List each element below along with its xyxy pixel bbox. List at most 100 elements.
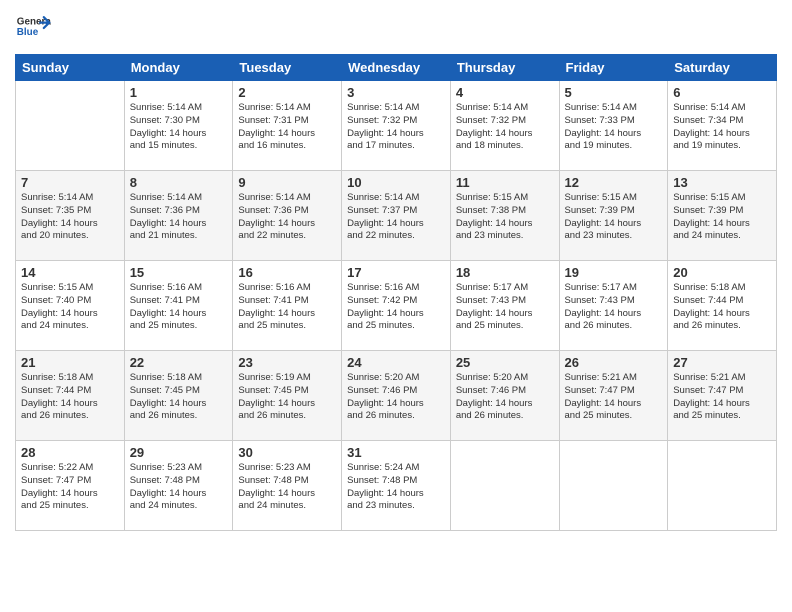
day-info: Sunrise: 5:14 AM Sunset: 7:37 PM Dayligh… [347, 192, 445, 243]
day-number: 19 [565, 265, 663, 280]
calendar-cell: 17Sunrise: 5:16 AM Sunset: 7:42 PM Dayli… [342, 261, 451, 351]
day-info: Sunrise: 5:20 AM Sunset: 7:46 PM Dayligh… [347, 372, 445, 423]
day-info: Sunrise: 5:15 AM Sunset: 7:39 PM Dayligh… [565, 192, 663, 243]
calendar-cell: 8 Sunrise: 5:14 AM Sunset: 7:36 PM Daylig… [124, 171, 233, 261]
day-number: 20 [673, 265, 771, 280]
day-number: 18 [456, 265, 554, 280]
calendar-cell: 14Sunrise: 5:15 AM Sunset: 7:40 PM Dayli… [16, 261, 125, 351]
calendar-cell: 29 Sunrise: 5:23 AM Sunset: 7:48 PM Dayli… [124, 441, 233, 531]
calendar-week-3: 14Sunrise: 5:15 AM Sunset: 7:40 PM Dayli… [16, 261, 777, 351]
calendar-table: SundayMondayTuesdayWednesdayThursdayFrid… [15, 54, 777, 531]
calendar-cell: 21Sunrise: 5:18 AM Sunset: 7:44 PM Dayli… [16, 351, 125, 441]
day-number: 26 [565, 355, 663, 370]
day-info: Sunrise: 5:15 AM Sunset: 7:39 PM Dayligh… [673, 192, 771, 243]
calendar-cell: 31 Sunrise: 5:24 AM Sunset: 7:48 PM Dayli… [342, 441, 451, 531]
calendar-cell: 24 Sunrise: 5:20 AM Sunset: 7:46 PM Dayli… [342, 351, 451, 441]
calendar-cell: 28 Sunrise: 5:22 AM Sunset: 7:47 PM Dayli… [16, 441, 125, 531]
weekday-header-saturday: Saturday [668, 55, 777, 81]
day-number: 17 [347, 265, 445, 280]
weekday-header-friday: Friday [559, 55, 668, 81]
day-number: 12 [565, 175, 663, 190]
weekday-header-thursday: Thursday [450, 55, 559, 81]
day-number: 1 [130, 85, 228, 100]
day-number: 4 [456, 85, 554, 100]
day-info: Sunrise: 5:15 AM Sunset: 7:38 PM Dayligh… [456, 192, 554, 243]
calendar-cell: 13 Sunrise: 5:15 AM Sunset: 7:39 PM Dayli… [668, 171, 777, 261]
calendar-cell: 1 Sunrise: 5:14 AM Sunset: 7:30 PM Daylig… [124, 81, 233, 171]
day-number: 9 [238, 175, 336, 190]
calendar-cell: 7Sunrise: 5:14 AM Sunset: 7:35 PM Daylig… [16, 171, 125, 261]
day-number: 16 [238, 265, 336, 280]
day-number: 11 [456, 175, 554, 190]
calendar-cell: 27 Sunrise: 5:21 AM Sunset: 7:47 PM Dayli… [668, 351, 777, 441]
calendar-cell: 25 Sunrise: 5:20 AM Sunset: 7:46 PM Dayli… [450, 351, 559, 441]
calendar-cell [16, 81, 125, 171]
calendar-cell: 3Sunrise: 5:14 AM Sunset: 7:32 PM Daylig… [342, 81, 451, 171]
day-number: 13 [673, 175, 771, 190]
calendar-cell: 23 Sunrise: 5:19 AM Sunset: 7:45 PM Dayli… [233, 351, 342, 441]
day-info: Sunrise: 5:14 AM Sunset: 7:31 PM Dayligh… [238, 102, 336, 153]
day-info: Sunrise: 5:24 AM Sunset: 7:48 PM Dayligh… [347, 462, 445, 513]
day-number: 25 [456, 355, 554, 370]
calendar-week-4: 21Sunrise: 5:18 AM Sunset: 7:44 PM Dayli… [16, 351, 777, 441]
day-info: Sunrise: 5:21 AM Sunset: 7:47 PM Dayligh… [565, 372, 663, 423]
calendar-cell: 2Sunrise: 5:14 AM Sunset: 7:31 PM Daylig… [233, 81, 342, 171]
day-info: Sunrise: 5:19 AM Sunset: 7:45 PM Dayligh… [238, 372, 336, 423]
day-number: 5 [565, 85, 663, 100]
calendar-cell: 11 Sunrise: 5:15 AM Sunset: 7:38 PM Dayli… [450, 171, 559, 261]
day-info: Sunrise: 5:17 AM Sunset: 7:43 PM Dayligh… [456, 282, 554, 333]
day-info: Sunrise: 5:14 AM Sunset: 7:36 PM Dayligh… [130, 192, 228, 243]
day-info: Sunrise: 5:20 AM Sunset: 7:46 PM Dayligh… [456, 372, 554, 423]
day-info: Sunrise: 5:16 AM Sunset: 7:41 PM Dayligh… [238, 282, 336, 333]
calendar-cell: 20 Sunrise: 5:18 AM Sunset: 7:44 PM Dayli… [668, 261, 777, 351]
calendar-cell: 26 Sunrise: 5:21 AM Sunset: 7:47 PM Dayli… [559, 351, 668, 441]
day-info: Sunrise: 5:14 AM Sunset: 7:35 PM Dayligh… [21, 192, 119, 243]
day-number: 3 [347, 85, 445, 100]
day-number: 28 [21, 445, 119, 460]
weekday-header-row: SundayMondayTuesdayWednesdayThursdayFrid… [16, 55, 777, 81]
calendar-cell: 4Sunrise: 5:14 AM Sunset: 7:32 PM Daylig… [450, 81, 559, 171]
calendar-cell: 15 Sunrise: 5:16 AM Sunset: 7:41 PM Dayli… [124, 261, 233, 351]
day-number: 21 [21, 355, 119, 370]
calendar-cell: 22Sunrise: 5:18 AM Sunset: 7:45 PM Dayli… [124, 351, 233, 441]
page-header: General Blue [15, 10, 777, 46]
day-number: 29 [130, 445, 228, 460]
calendar-week-2: 7Sunrise: 5:14 AM Sunset: 7:35 PM Daylig… [16, 171, 777, 261]
calendar-cell [668, 441, 777, 531]
day-info: Sunrise: 5:17 AM Sunset: 7:43 PM Dayligh… [565, 282, 663, 333]
day-number: 27 [673, 355, 771, 370]
day-info: Sunrise: 5:18 AM Sunset: 7:44 PM Dayligh… [673, 282, 771, 333]
weekday-header-sunday: Sunday [16, 55, 125, 81]
calendar-cell: 10 Sunrise: 5:14 AM Sunset: 7:37 PM Dayli… [342, 171, 451, 261]
weekday-header-wednesday: Wednesday [342, 55, 451, 81]
calendar-cell: 5 Sunrise: 5:14 AM Sunset: 7:33 PM Daylig… [559, 81, 668, 171]
day-info: Sunrise: 5:23 AM Sunset: 7:48 PM Dayligh… [130, 462, 228, 513]
svg-text:Blue: Blue [17, 27, 39, 38]
day-number: 8 [130, 175, 228, 190]
calendar-cell [559, 441, 668, 531]
day-info: Sunrise: 5:21 AM Sunset: 7:47 PM Dayligh… [673, 372, 771, 423]
day-number: 15 [130, 265, 228, 280]
calendar-cell: 16 Sunrise: 5:16 AM Sunset: 7:41 PM Dayli… [233, 261, 342, 351]
day-number: 24 [347, 355, 445, 370]
day-number: 10 [347, 175, 445, 190]
day-info: Sunrise: 5:16 AM Sunset: 7:41 PM Dayligh… [130, 282, 228, 333]
day-info: Sunrise: 5:14 AM Sunset: 7:33 PM Dayligh… [565, 102, 663, 153]
calendar-cell: 9 Sunrise: 5:14 AM Sunset: 7:36 PM Daylig… [233, 171, 342, 261]
calendar-cell: 6 Sunrise: 5:14 AM Sunset: 7:34 PM Daylig… [668, 81, 777, 171]
day-info: Sunrise: 5:14 AM Sunset: 7:30 PM Dayligh… [130, 102, 228, 153]
calendar-cell: 30Sunrise: 5:23 AM Sunset: 7:48 PM Dayli… [233, 441, 342, 531]
day-number: 23 [238, 355, 336, 370]
day-number: 30 [238, 445, 336, 460]
weekday-header-monday: Monday [124, 55, 233, 81]
day-info: Sunrise: 5:22 AM Sunset: 7:47 PM Dayligh… [21, 462, 119, 513]
day-number: 6 [673, 85, 771, 100]
day-number: 31 [347, 445, 445, 460]
logo: General Blue [15, 10, 55, 46]
day-info: Sunrise: 5:14 AM Sunset: 7:34 PM Dayligh… [673, 102, 771, 153]
day-number: 14 [21, 265, 119, 280]
calendar-week-1: 1 Sunrise: 5:14 AM Sunset: 7:30 PM Daylig… [16, 81, 777, 171]
day-info: Sunrise: 5:18 AM Sunset: 7:45 PM Dayligh… [130, 372, 228, 423]
calendar-container: General Blue SundayMondayTuesdayWednesda… [0, 0, 792, 612]
day-info: Sunrise: 5:14 AM Sunset: 7:36 PM Dayligh… [238, 192, 336, 243]
